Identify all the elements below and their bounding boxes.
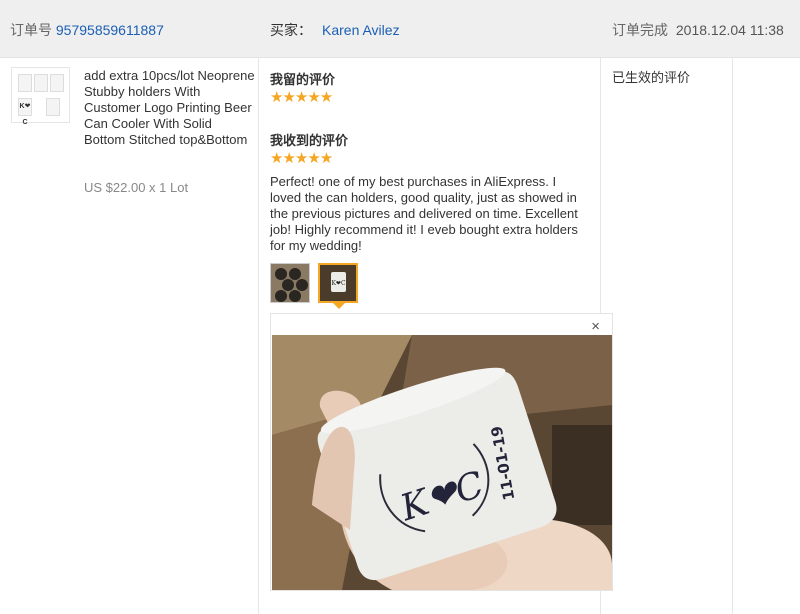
buyer-label: 买家： — [270, 22, 312, 38]
review-photo-thumbnail[interactable] — [270, 263, 310, 303]
review-text: Perfect! one of my best purchases in Ali… — [270, 174, 578, 253]
selected-thumbnail-arrow-icon — [333, 303, 345, 309]
thumbnail-card — [46, 98, 60, 116]
buyer-name-link[interactable]: Karen Avilez — [322, 22, 400, 38]
thumbnail-card — [50, 74, 64, 92]
product-price: US $22.00 x 1 Lot — [84, 180, 189, 195]
order-status-time: 2018.12.04 11:38 — [675, 22, 784, 38]
review-photo: K❤C 11-01-19 — [272, 335, 612, 590]
can-cooler-thumb-monogram: K❤C — [331, 280, 346, 287]
given-rating-stars: ★★★★★ — [270, 89, 333, 106]
thumbnail-card-monogram: K❤C — [18, 98, 32, 126]
can-cooler-photo-icon: K❤C — [320, 265, 356, 301]
order-number-field: 订单号 95795859611887 — [10, 20, 164, 40]
order-header: 订单号 95795859611887 买家： Karen Avilez 订单完成 … — [0, 0, 800, 58]
buyer-field: 买家： Karen Avilez — [270, 20, 400, 40]
column-divider — [732, 58, 733, 614]
given-feedback-title: 我留的评价 — [270, 72, 336, 87]
order-number-link[interactable]: 95795859611887 — [56, 22, 164, 38]
thumbnail-card — [18, 74, 32, 92]
order-number-label: 订单号 — [10, 22, 52, 38]
column-divider — [258, 58, 259, 614]
feedback-status: 已生效的评价 — [612, 70, 691, 85]
received-feedback-title: 我收到的评价 — [270, 133, 349, 148]
review-photo-thumbnail-selected[interactable]: K❤C — [318, 263, 358, 303]
order-status-field: 订单完成 2018.12.04 11:38 — [612, 20, 784, 40]
product-title[interactable]: add extra 10pcs/lot Neoprene Stubby hold… — [84, 68, 256, 148]
close-icon[interactable]: × — [591, 318, 600, 335]
photo-viewer: × K❤C 11-01-19 — [270, 313, 613, 591]
received-rating-stars: ★★★★★ — [270, 150, 333, 167]
product-thumbnail[interactable]: K❤C — [11, 67, 70, 126]
thumbnail-card — [34, 74, 48, 92]
order-status-label: 订单完成 — [612, 22, 668, 38]
can-cooler-photo: K❤C 11-01-19 — [272, 335, 612, 590]
honeycomb-photo-icon — [271, 264, 309, 302]
